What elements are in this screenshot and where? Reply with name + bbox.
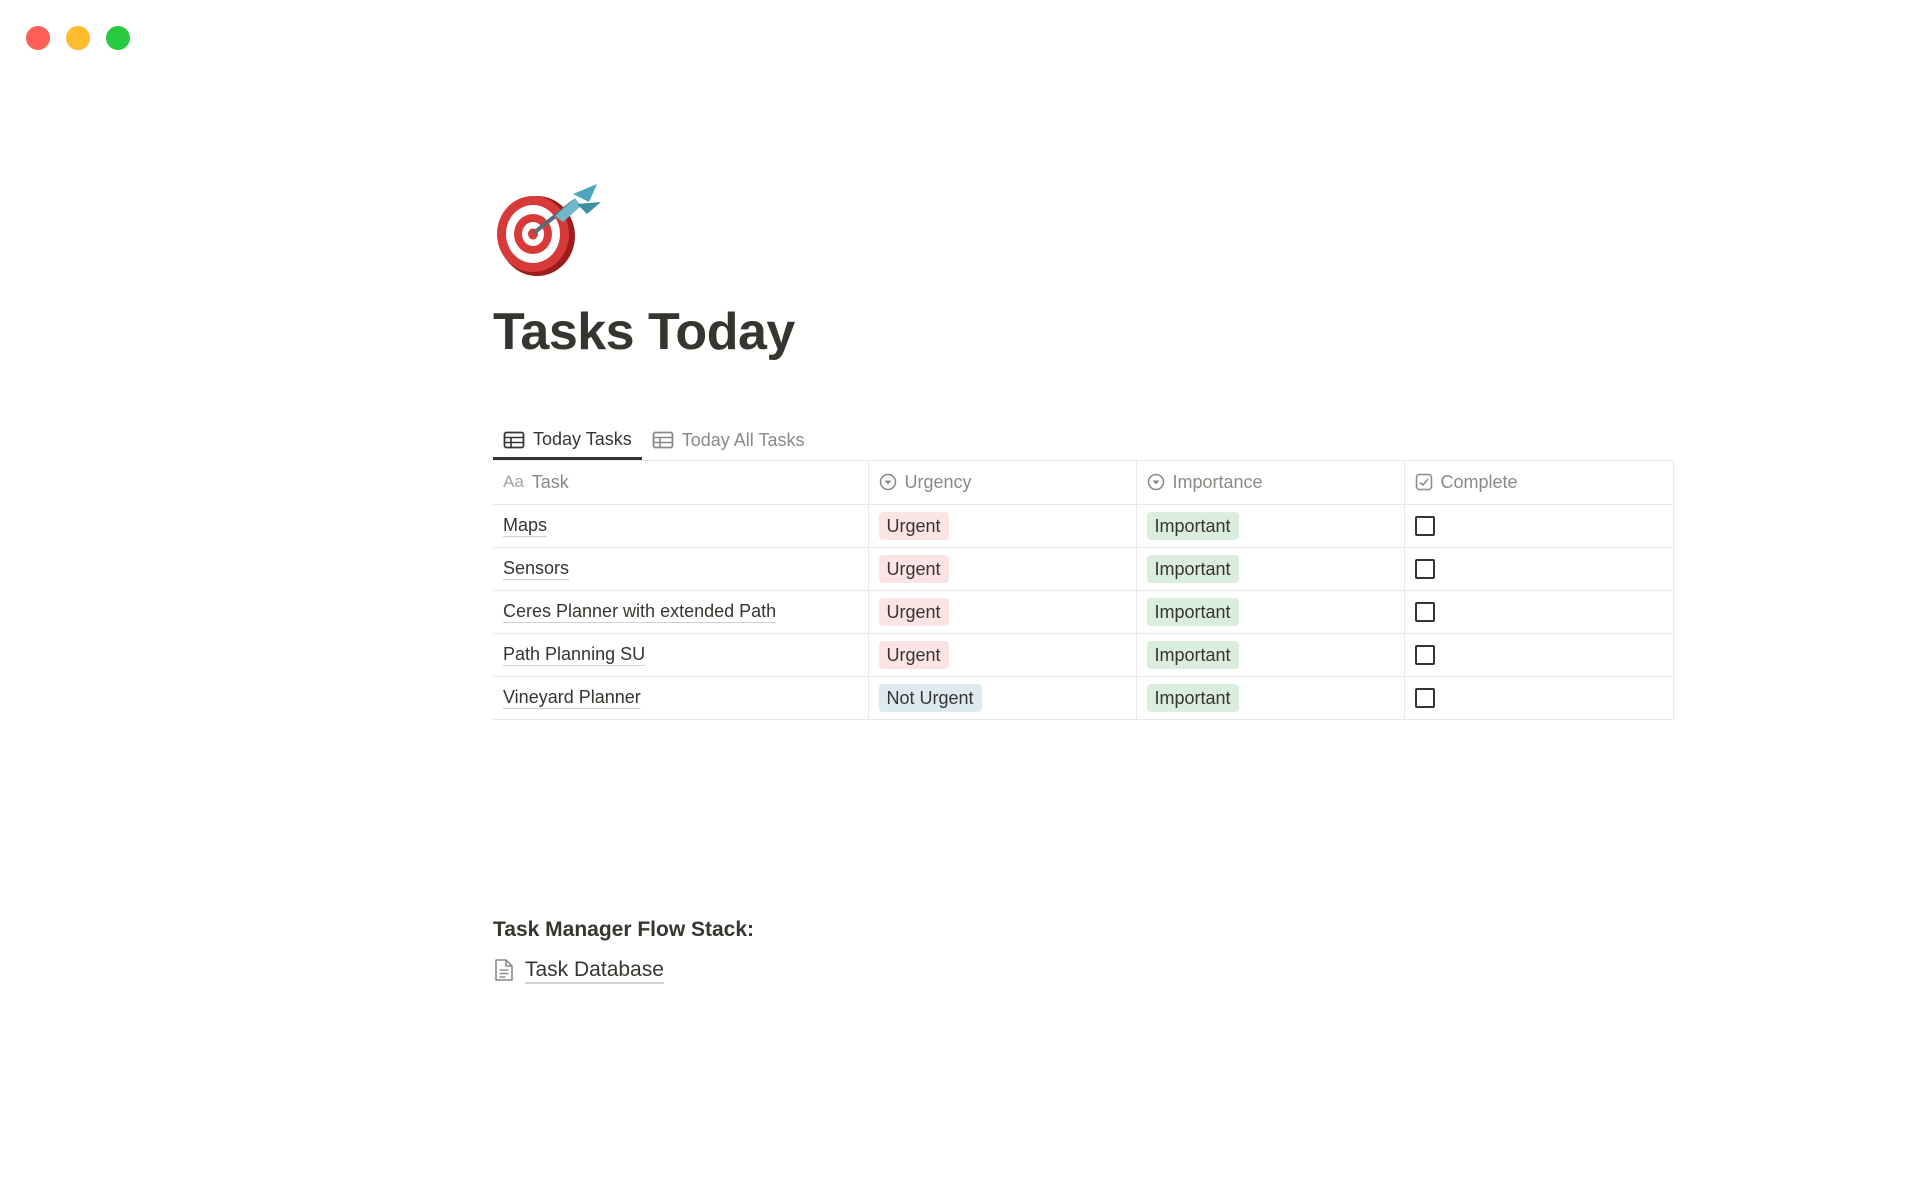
page-title: Tasks Today	[493, 303, 795, 361]
task-cell[interactable]: Maps	[493, 503, 869, 548]
complete-cell	[1403, 632, 1674, 677]
urgency-tag: Urgent	[878, 511, 949, 540]
complete-cell	[1403, 675, 1674, 720]
urgency-tag: Urgent	[878, 597, 949, 626]
table-icon	[503, 431, 525, 448]
minimize-window-button[interactable]	[66, 26, 90, 50]
urgency-tag: Urgent	[878, 554, 949, 583]
page-content: Tasks Today Today Tasks Today All Tasks …	[493, 180, 1674, 982]
urgency-cell[interactable]: Not Urgent	[867, 675, 1137, 720]
table-row[interactable]: Sensors Urgent Important	[493, 546, 1674, 591]
importance-cell[interactable]: Important	[1135, 589, 1405, 634]
tasks-table: Aa Task Urgency Importance Complete Maps…	[493, 461, 1674, 720]
window-controls	[26, 26, 130, 50]
table-row[interactable]: Ceres Planner with extended Path Urgent …	[493, 589, 1674, 634]
urgency-cell[interactable]: Urgent	[867, 546, 1137, 591]
importance-cell[interactable]: Important	[1135, 503, 1405, 548]
complete-cell	[1403, 546, 1674, 591]
table-header-row: Aa Task Urgency Importance Complete	[493, 461, 1674, 505]
column-label: Importance	[1172, 471, 1263, 492]
dart-target-icon[interactable]	[493, 180, 605, 280]
task-cell[interactable]: Vineyard Planner	[493, 675, 869, 720]
select-icon	[879, 474, 896, 491]
complete-checkbox[interactable]	[1414, 558, 1435, 579]
column-label: Task	[531, 471, 569, 492]
select-icon	[1147, 474, 1164, 491]
tab-today-tasks[interactable]: Today Tasks	[493, 429, 642, 460]
importance-cell[interactable]: Important	[1135, 632, 1405, 677]
task-name[interactable]: Ceres Planner with extended Path	[503, 601, 776, 621]
maximize-window-button[interactable]	[106, 26, 130, 50]
task-name[interactable]: Path Planning SU	[503, 644, 645, 664]
column-label: Urgency	[904, 471, 972, 492]
task-cell[interactable]: Ceres Planner with extended Path	[493, 589, 869, 634]
column-header-urgency[interactable]: Urgency	[867, 461, 1137, 505]
task-name[interactable]: Vineyard Planner	[503, 687, 641, 707]
task-name[interactable]: Maps	[503, 515, 547, 535]
complete-checkbox[interactable]	[1414, 687, 1435, 708]
tab-today-all-tasks[interactable]: Today All Tasks	[642, 430, 815, 460]
task-database-link[interactable]: Task Database	[493, 958, 1673, 982]
close-window-button[interactable]	[26, 26, 50, 50]
complete-checkbox[interactable]	[1414, 644, 1435, 665]
table-icon	[652, 431, 674, 449]
task-name[interactable]: Sensors	[503, 558, 569, 578]
checkbox-icon	[1415, 474, 1432, 491]
column-header-complete[interactable]: Complete	[1403, 461, 1674, 505]
section-heading: Task Manager Flow Stack:	[493, 917, 755, 941]
tab-label: Today All Tasks	[681, 429, 805, 450]
importance-cell[interactable]: Important	[1135, 546, 1405, 591]
importance-tag: Important	[1146, 554, 1239, 583]
urgency-cell[interactable]: Urgent	[867, 632, 1137, 677]
column-header-task[interactable]: Aa Task	[493, 461, 869, 505]
importance-tag: Important	[1146, 683, 1239, 712]
view-tabs: Today Tasks Today All Tasks	[493, 420, 1673, 461]
complete-cell	[1403, 503, 1674, 548]
column-header-importance[interactable]: Importance	[1135, 461, 1405, 505]
importance-tag: Important	[1146, 511, 1239, 540]
table-row[interactable]: Path Planning SU Urgent Important	[493, 632, 1674, 677]
complete-checkbox[interactable]	[1414, 515, 1435, 536]
urgency-cell[interactable]: Urgent	[867, 589, 1137, 634]
table-row[interactable]: Maps Urgent Important	[493, 503, 1674, 548]
task-cell[interactable]: Path Planning SU	[493, 632, 869, 677]
text-property-icon: Aa	[503, 472, 524, 492]
app-window: Tasks Today Today Tasks Today All Tasks …	[0, 0, 1920, 1200]
complete-cell	[1403, 589, 1674, 634]
importance-tag: Important	[1146, 640, 1239, 669]
page-link-label: Task Database	[525, 957, 664, 981]
column-label: Complete	[1440, 471, 1518, 492]
urgency-cell[interactable]: Urgent	[867, 503, 1137, 548]
complete-checkbox[interactable]	[1414, 601, 1435, 622]
table-row[interactable]: Vineyard Planner Not Urgent Important	[493, 675, 1674, 720]
importance-cell[interactable]: Important	[1135, 675, 1405, 720]
tab-label: Today Tasks	[533, 429, 632, 449]
urgency-tag: Not Urgent	[878, 683, 982, 712]
importance-tag: Important	[1146, 597, 1239, 626]
urgency-tag: Urgent	[878, 640, 949, 669]
task-cell[interactable]: Sensors	[493, 546, 869, 591]
page-icon	[495, 958, 513, 981]
